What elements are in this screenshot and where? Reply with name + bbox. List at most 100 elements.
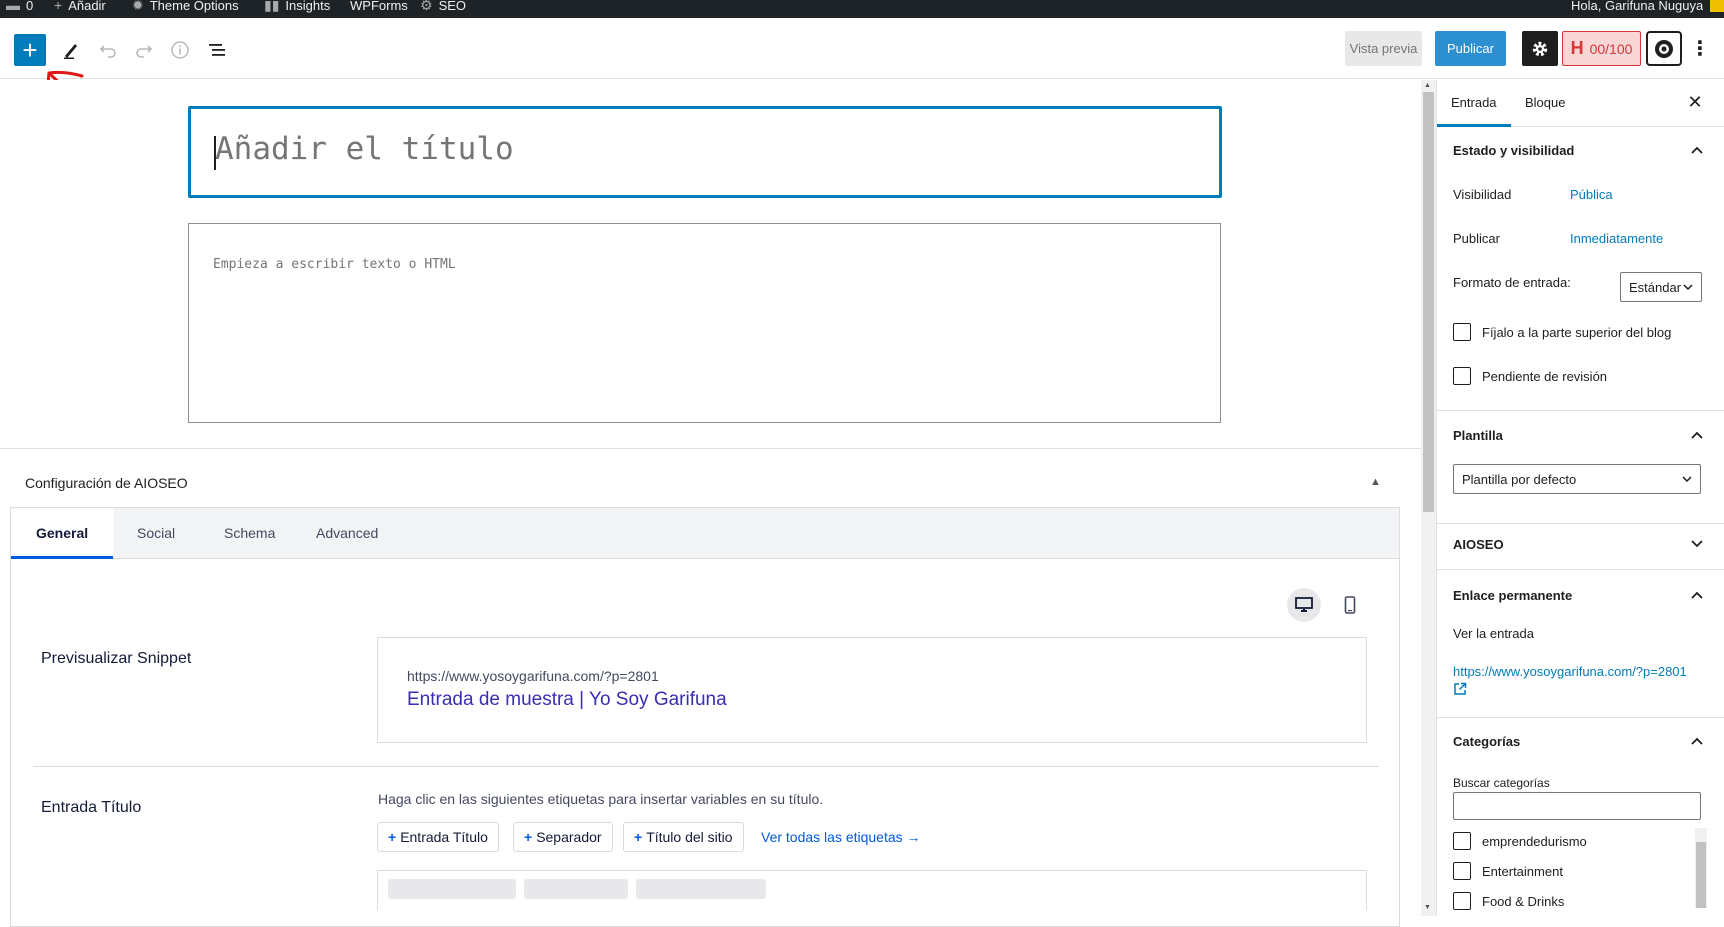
panel-divider — [1437, 569, 1724, 570]
admin-bar-seo[interactable]: ⚙ SEO — [420, 0, 466, 18]
permalink-url[interactable]: https://www.yosoygarifuna.com/?p=2801 — [1453, 664, 1687, 679]
plus-icon: + — [54, 0, 63, 13]
admin-bar-theme-options[interactable]: ✹ Theme Options — [132, 0, 239, 18]
categories-panel-title[interactable]: Categorías — [1453, 734, 1520, 749]
plus-icon: + — [22, 34, 38, 65]
aioseo-tabs: General Social Schema Advanced — [11, 508, 1399, 559]
category-label: Entertainment — [1482, 864, 1563, 879]
more-options-button[interactable]: ⋮ — [1690, 31, 1710, 66]
close-sidebar-button[interactable]: ✕ — [1683, 90, 1707, 114]
snippet-title: Entrada de muestra | Yo Soy Garifuna — [407, 689, 727, 710]
preview-button[interactable]: Vista previa — [1345, 31, 1422, 66]
admin-bar-add-new[interactable]: + Añadir — [54, 0, 106, 18]
categories-scrollbar[interactable] — [1695, 828, 1707, 908]
aioseo-metabox: General Social Schema Advanced Previsual… — [10, 507, 1400, 927]
sticky-label: Fíjalo a la parte superior del blog — [1482, 325, 1672, 340]
pending-review-label: Pendiente de revisión — [1482, 369, 1608, 384]
category-checkbox[interactable] — [1453, 832, 1471, 850]
list-view-button[interactable] — [201, 34, 233, 66]
details-button[interactable] — [164, 34, 196, 66]
editor-scrollbar[interactable]: ▲ ▼ — [1421, 80, 1436, 916]
visibility-toggle[interactable]: Pública — [1570, 187, 1613, 202]
seo-score-button[interactable]: H 00/100 — [1562, 31, 1641, 66]
aioseo-icon: ⚙ — [420, 0, 433, 13]
tag-site-title-button[interactable]: + Título del sitio — [623, 822, 744, 852]
publish-button[interactable]: Publicar — [1435, 31, 1506, 66]
pending-review-checkbox[interactable] — [1453, 367, 1471, 385]
aioseo-button[interactable] — [1646, 31, 1682, 66]
search-categories-input[interactable] — [1453, 792, 1701, 820]
post-title-input[interactable]: Añadir el título — [188, 106, 1222, 198]
aioseo-icon — [1655, 39, 1673, 58]
settings-button[interactable] — [1522, 31, 1558, 66]
template-select[interactable]: Plantilla por defecto — [1453, 464, 1701, 494]
wp-admin-bar: ▬ 0 + Añadir ✹ Theme Options ▮▮ Insights… — [0, 0, 1724, 18]
scrollbar-thumb[interactable] — [1696, 842, 1706, 908]
desktop-icon — [1295, 597, 1313, 612]
chevron-up-icon[interactable] — [1687, 140, 1707, 160]
redo-button[interactable] — [128, 34, 160, 66]
tag-separator-button[interactable]: + Separador — [513, 822, 613, 852]
template-panel-title[interactable]: Plantilla — [1453, 428, 1503, 443]
editor-toolbar: + Vista previa Publicar H 00/100 ⋮ — [0, 18, 1724, 79]
sidebar-tabs: Entrada Bloque ✕ — [1437, 80, 1724, 127]
info-icon — [171, 41, 189, 59]
title-tag-chip[interactable] — [524, 879, 628, 899]
collapse-metabox-icon[interactable]: ▲ — [1370, 476, 1381, 488]
tab-advanced[interactable]: Advanced — [291, 508, 403, 559]
bar-chart-icon: ▮▮ — [264, 0, 280, 13]
tab-general[interactable]: General — [11, 508, 114, 559]
comment-icon: ▬ — [6, 0, 20, 13]
chevron-down-icon — [1683, 284, 1693, 290]
chevron-up-icon[interactable] — [1687, 585, 1707, 605]
scroll-down-arrow-icon[interactable]: ▼ — [1424, 904, 1431, 911]
view-post-label: Ver la entrada — [1453, 626, 1534, 641]
snippet-preview-label: Previsualizar Snippet — [41, 650, 192, 667]
scroll-up-arrow-icon[interactable]: ▲ — [1424, 82, 1431, 89]
title-tag-chip[interactable] — [636, 879, 766, 899]
visibility-label: Visibilidad — [1453, 187, 1512, 202]
scrollbar-thumb[interactable] — [1423, 92, 1434, 512]
view-all-tags-link[interactable]: Ver todas las etiquetas → — [761, 829, 921, 845]
mobile-preview-button[interactable] — [1333, 588, 1367, 622]
plus-icon: + — [634, 829, 643, 845]
desktop-preview-button[interactable] — [1287, 588, 1321, 622]
undo-icon — [99, 45, 116, 58]
admin-bar-insights[interactable]: ▮▮ Insights — [264, 0, 330, 18]
aioseo-panel-title[interactable]: AIOSEO — [1453, 537, 1504, 552]
admin-bar-wpforms[interactable]: WPForms — [350, 0, 408, 18]
post-body-editor[interactable]: Empieza a escribir texto o HTML — [188, 223, 1221, 423]
tab-social[interactable]: Social — [112, 508, 200, 559]
chevron-down-icon[interactable] — [1687, 534, 1707, 554]
external-link-icon[interactable] — [1453, 682, 1467, 701]
post-title-help: Haga clic en las siguientes etiquetas pa… — [378, 791, 824, 807]
title-placeholder: Añadir el título — [215, 131, 514, 167]
tab-schema[interactable]: Schema — [199, 508, 300, 559]
section-divider — [33, 766, 1379, 767]
category-label: emprendedurismo — [1482, 834, 1587, 849]
category-checkbox[interactable] — [1453, 862, 1471, 880]
avatar[interactable] — [1710, 0, 1724, 12]
body-placeholder: Empieza a escribir texto o HTML — [213, 257, 456, 272]
publish-date-toggle[interactable]: Inmediatamente — [1570, 231, 1663, 246]
sticky-checkbox[interactable] — [1453, 323, 1471, 341]
meta-box-divider — [0, 448, 1421, 449]
permalink-panel-title[interactable]: Enlace permanente — [1453, 588, 1572, 603]
redo-icon — [136, 45, 153, 58]
category-checkbox[interactable] — [1453, 892, 1471, 910]
seo-title-input[interactable] — [377, 870, 1367, 910]
title-tag-chip[interactable] — [388, 879, 516, 899]
snippet-preview: https://www.yosoygarifuna.com/?p=2801 En… — [377, 637, 1367, 743]
chevron-up-icon[interactable] — [1687, 731, 1707, 751]
tab-post[interactable]: Entrada — [1437, 80, 1511, 127]
status-panel-title[interactable]: Estado y visibilidad — [1453, 143, 1574, 158]
post-format-select[interactable]: Estándar — [1620, 272, 1702, 302]
admin-bar-greeting[interactable]: Hola, Garifuna Nuguya — [1571, 0, 1703, 18]
aioseo-metabox-title: Configuración de AIOSEO — [25, 475, 188, 491]
post-title-label: Entrada Título — [41, 799, 142, 816]
list-view-icon — [209, 44, 225, 56]
tab-block[interactable]: Bloque — [1515, 80, 1575, 127]
admin-bar-comments[interactable]: ▬ 0 — [6, 0, 33, 18]
tag-post-title-button[interactable]: + Entrada Título — [377, 822, 499, 852]
chevron-up-icon[interactable] — [1687, 425, 1707, 445]
